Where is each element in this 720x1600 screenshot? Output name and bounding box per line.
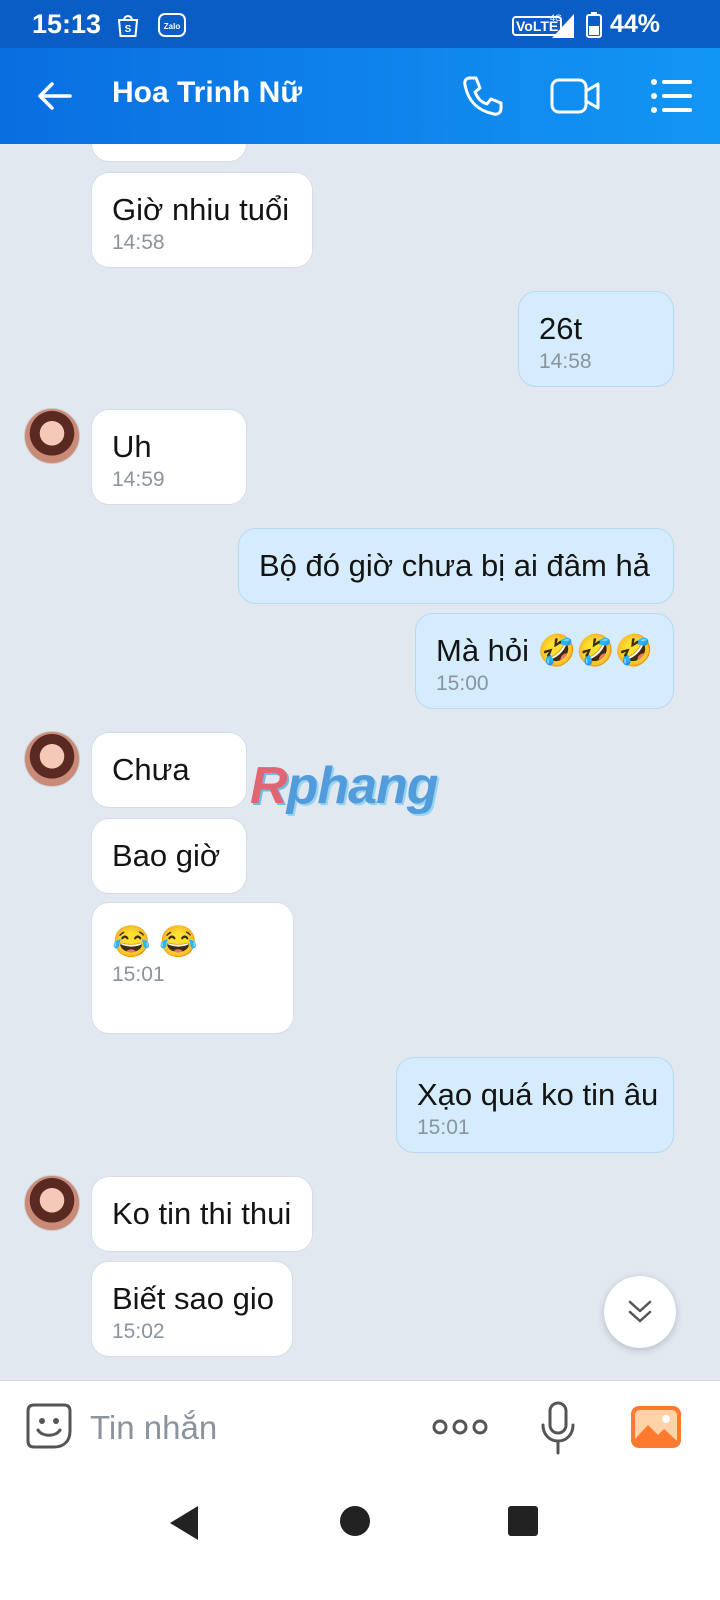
video-call-icon[interactable] xyxy=(550,76,602,116)
microphone-icon[interactable] xyxy=(540,1401,576,1455)
contact-name[interactable]: Hoa Trinh Nữ xyxy=(112,76,302,110)
message-time: 14:58 xyxy=(539,350,592,373)
message-bubble[interactable]: Biết sao gio 15:02 xyxy=(91,1261,293,1357)
message-text: Giờ nhiu tuổi xyxy=(112,192,290,227)
image-icon[interactable] xyxy=(630,1405,682,1449)
message-emoji: 😂 😂 xyxy=(112,924,198,959)
message-bubble[interactable]: Chưa xyxy=(91,732,247,808)
scroll-to-bottom-button[interactable] xyxy=(604,1276,676,1348)
message-time: 15:01 xyxy=(417,1116,470,1139)
message-time: 15:00 xyxy=(436,672,489,695)
message-text: Chưa xyxy=(112,752,190,787)
message-text: 26t xyxy=(539,311,583,346)
battery-percent: 44% xyxy=(610,10,661,38)
message-time: 15:02 xyxy=(112,1320,165,1343)
message-text: Uh xyxy=(112,429,152,464)
message-bubble[interactable]: Uh 14:59 xyxy=(91,409,247,505)
avatar[interactable] xyxy=(24,408,80,464)
nav-recents-icon[interactable] xyxy=(508,1506,538,1536)
message-list[interactable]: Giờ nhiu tuổi 14:58 26t 14:58 Uh 14:59 B… xyxy=(0,144,720,1406)
nav-back-icon[interactable] xyxy=(168,1504,200,1542)
message-bubble[interactable]: Ko tin thi thui xyxy=(91,1176,313,1252)
message-text: Bao giờ xyxy=(112,838,221,873)
chat-header: Hoa Trinh Nữ xyxy=(0,48,720,144)
message-text: Bộ đó giờ chưa bị ai đâm hả xyxy=(259,548,650,583)
message-bubble[interactable]: 😂 😂 15:01 xyxy=(91,902,294,1034)
message-time: 15:01 xyxy=(112,963,165,986)
message-bubble[interactable]: Xạo quá ko tin âu 15:01 xyxy=(396,1057,674,1153)
message-bubble-partial[interactable] xyxy=(91,144,247,162)
shopee-icon: S xyxy=(117,15,139,37)
svg-text:4G: 4G xyxy=(550,13,562,23)
menu-icon[interactable] xyxy=(650,78,694,114)
message-bubble[interactable]: Mà hỏi 🤣🤣🤣 15:00 xyxy=(415,613,674,709)
composer-bar xyxy=(0,1380,720,1474)
nav-home-icon[interactable] xyxy=(340,1506,370,1536)
more-icon[interactable] xyxy=(432,1417,488,1437)
message-input[interactable] xyxy=(90,1405,390,1451)
message-text: Xạo quá ko tin âu xyxy=(417,1077,659,1112)
call-icon[interactable] xyxy=(460,74,504,118)
message-text: Biết sao gio xyxy=(112,1281,274,1316)
status-bar: 15:13 S Zalo VoLTE 4G 44% xyxy=(0,0,720,48)
battery-icon xyxy=(586,12,602,38)
message-bubble[interactable]: Bộ đó giờ chưa bị ai đâm hả xyxy=(238,528,674,604)
avatar[interactable] xyxy=(24,731,80,787)
sticker-icon[interactable] xyxy=(24,1401,74,1451)
svg-text:Zalo: Zalo xyxy=(164,22,181,31)
message-bubble[interactable]: Giờ nhiu tuổi 14:58 xyxy=(91,172,313,268)
double-chevron-down-icon xyxy=(628,1300,652,1323)
message-bubble[interactable]: 26t 14:58 xyxy=(518,291,674,387)
message-text: Mà hỏi 🤣🤣🤣 xyxy=(436,633,654,668)
svg-text:S: S xyxy=(125,24,132,35)
message-time: 14:59 xyxy=(112,468,165,491)
message-text: Ko tin thi thui xyxy=(112,1196,292,1231)
avatar[interactable] xyxy=(24,1175,80,1231)
watermark: Rphang xyxy=(250,757,439,815)
system-nav-bar xyxy=(0,1474,720,1600)
status-time: 15:13 xyxy=(32,9,102,39)
message-bubble[interactable]: Bao giờ xyxy=(91,818,247,894)
signal-icon: 4G xyxy=(550,13,574,38)
zalo-icon: Zalo xyxy=(158,13,186,37)
message-time: 14:58 xyxy=(112,231,165,254)
back-icon[interactable] xyxy=(34,76,74,116)
